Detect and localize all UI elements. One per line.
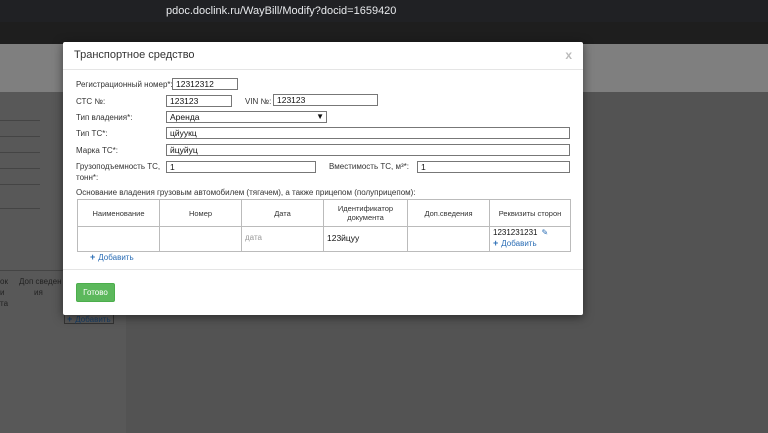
table-header-row: Наименование Номер Дата Идентификатор до… bbox=[77, 199, 571, 227]
bg-col-fragment: та bbox=[0, 299, 9, 308]
vin-input[interactable]: 123123 bbox=[273, 94, 378, 106]
bg-col-header: ок bbox=[0, 277, 8, 286]
capacity-tons-input[interactable]: 1 bbox=[166, 161, 316, 173]
done-button[interactable]: Готово bbox=[76, 283, 115, 302]
col-header-rekv: Реквизиты сторон bbox=[489, 199, 571, 227]
ownership-type-value: Аренда bbox=[170, 112, 200, 122]
table-row: дата 123йцуу 1231231231 ✎ + Добавить bbox=[77, 226, 571, 252]
reg-number-input[interactable]: 12312312 bbox=[172, 78, 238, 90]
modal-header: Транспортное средство x bbox=[63, 42, 583, 70]
capacity-m3-label: Вместимость ТС, м³*: bbox=[329, 162, 409, 171]
capacity-m3-input[interactable]: 1 bbox=[417, 161, 570, 173]
plus-icon: + bbox=[90, 252, 96, 262]
browser-url-bar[interactable]: pdoc.doclink.ru/WayBill/Modify?docid=165… bbox=[0, 0, 768, 22]
doc-id-value: 123йцуу bbox=[327, 233, 360, 243]
ownership-basis-table: Наименование Номер Дата Идентификатор до… bbox=[77, 199, 571, 252]
vehicle-type-label: Тип ТС*: bbox=[76, 129, 108, 138]
col-header-number: Номер bbox=[159, 199, 242, 227]
date-placeholder: дата bbox=[245, 233, 262, 242]
vehicle-modal: Транспортное средство x Регистрационный … bbox=[63, 42, 583, 315]
modal-title: Транспортное средство bbox=[74, 49, 195, 61]
bg-table-line bbox=[0, 184, 40, 185]
add-row-label: Добавить bbox=[98, 253, 134, 262]
col-header-doc-id: Идентификатор документа bbox=[323, 199, 408, 227]
cell-number[interactable] bbox=[159, 226, 242, 252]
app-navbar bbox=[0, 22, 768, 44]
reg-number-label: Регистрационный номер*: bbox=[76, 80, 173, 89]
rekv-add-link[interactable]: + Добавить bbox=[493, 238, 537, 248]
col-header-date: Дата bbox=[241, 199, 324, 227]
bg-table-line bbox=[0, 152, 40, 153]
bg-table-line bbox=[0, 208, 40, 209]
url-text: pdoc.doclink.ru/WayBill/Modify?docid=165… bbox=[166, 5, 397, 17]
ownership-type-select[interactable]: Аренда ▼ bbox=[166, 111, 327, 123]
cell-doc-id[interactable]: 123йцуу bbox=[323, 226, 408, 252]
rekv-value: 1231231231 bbox=[493, 228, 538, 237]
bg-add-link: + Добавить bbox=[64, 314, 114, 324]
plus-icon: + bbox=[67, 314, 73, 324]
capacity-tons-label-2: тонн*: bbox=[76, 173, 99, 182]
bg-table-line bbox=[0, 168, 40, 169]
modal-footer-divider bbox=[63, 269, 583, 270]
cell-extra[interactable] bbox=[407, 226, 490, 252]
col-header-extra: Доп.сведения bbox=[407, 199, 490, 227]
capacity-tons-label: Грузоподъемность ТС, bbox=[76, 162, 161, 171]
vehicle-brand-input[interactable]: йцуйуц bbox=[166, 144, 570, 156]
vehicle-type-input[interactable]: цйуукц bbox=[166, 127, 570, 139]
plus-icon: + bbox=[493, 238, 499, 248]
pencil-icon[interactable]: ✎ bbox=[542, 228, 549, 237]
bg-table-line bbox=[0, 120, 40, 121]
sts-label: СТС №: bbox=[76, 97, 106, 106]
chevron-down-icon: ▼ bbox=[316, 112, 324, 121]
bg-add-label: Добавить bbox=[75, 315, 111, 324]
cell-date[interactable]: дата bbox=[241, 226, 324, 252]
cell-rekv: 1231231231 ✎ + Добавить bbox=[489, 226, 571, 252]
bg-table-line bbox=[0, 136, 40, 137]
ownership-type-label: Тип владения*: bbox=[76, 113, 133, 122]
rekv-add-label: Добавить bbox=[501, 239, 537, 248]
add-row-link[interactable]: + Добавить bbox=[90, 252, 134, 262]
sts-input[interactable]: 123123 bbox=[166, 95, 232, 107]
cell-name[interactable] bbox=[77, 226, 160, 252]
bg-col-fragment: и bbox=[0, 288, 5, 297]
ownership-basis-label: Основание владения грузовым автомобилем … bbox=[76, 188, 416, 197]
vehicle-brand-label: Марка ТС*: bbox=[76, 146, 118, 155]
bg-col-header: Доп сведен bbox=[19, 277, 62, 286]
bg-col-header: ия bbox=[34, 288, 43, 297]
col-header-name: Наименование bbox=[77, 199, 160, 227]
close-button[interactable]: x bbox=[565, 48, 572, 62]
vin-label: VIN №: bbox=[245, 97, 272, 106]
